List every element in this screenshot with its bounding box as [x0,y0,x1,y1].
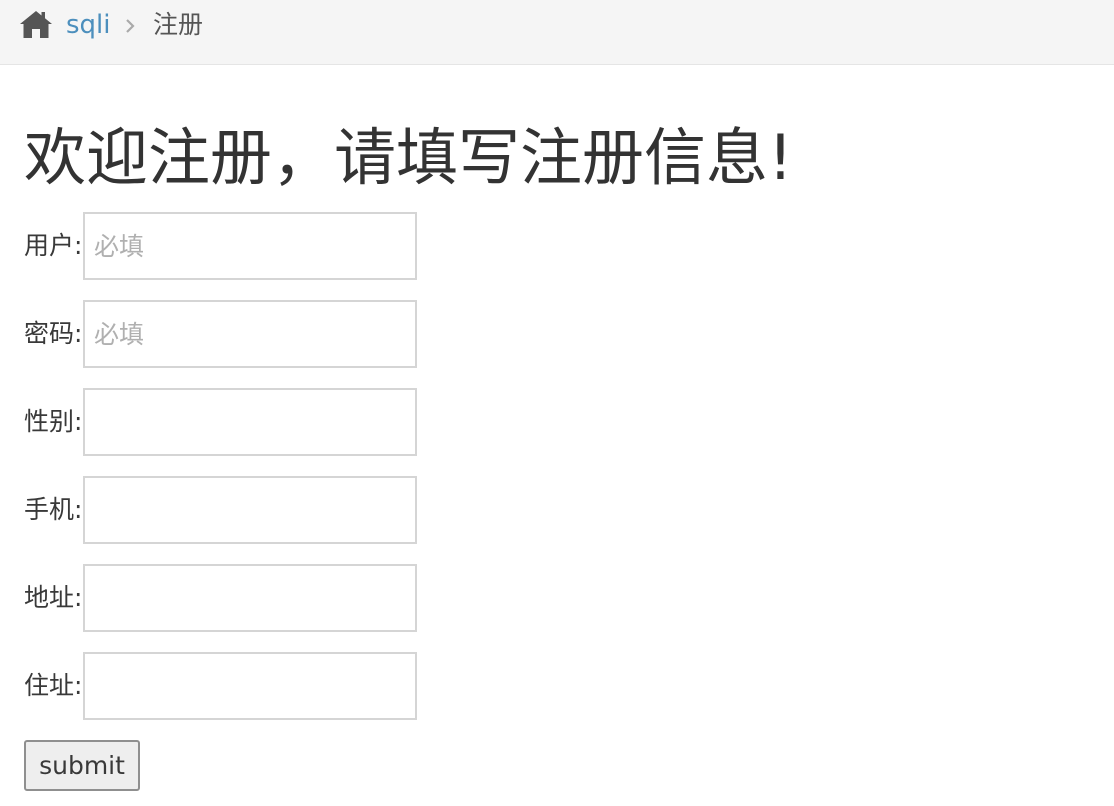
breadcrumb-current: 注册 [153,10,204,39]
username-label: 用户: [24,231,83,260]
page-title: 欢迎注册，请填写注册信息! [24,121,793,194]
residence-input[interactable] [83,652,417,720]
breadcrumb-bar: sqli 注册 [0,0,1114,65]
address-label: 地址: [24,583,83,612]
username-input[interactable] [83,212,417,280]
password-label: 密码: [24,319,83,348]
address-input[interactable] [83,564,417,632]
chevron-right-icon [126,19,135,33]
home-icon[interactable] [18,9,54,39]
breadcrumb-link-sqli[interactable]: sqli [66,8,111,42]
gender-input[interactable] [83,388,417,456]
phone-input[interactable] [83,476,417,544]
residence-label: 住址: [24,671,83,700]
phone-label: 手机: [24,495,83,524]
submit-button[interactable]: submit [24,740,140,791]
password-input[interactable] [83,300,417,368]
gender-label: 性别: [24,407,83,436]
